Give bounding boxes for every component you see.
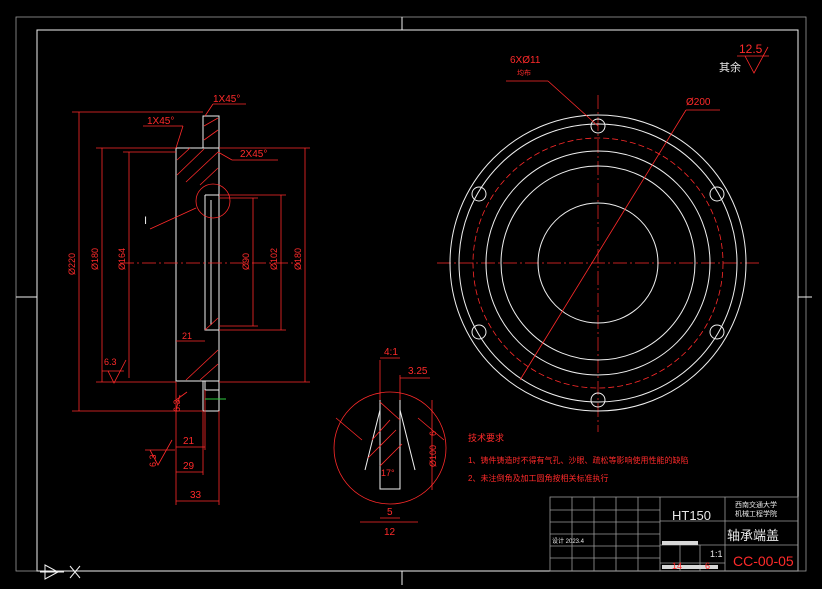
material: HT150 — [672, 508, 711, 523]
detail-dim-5: 5 — [387, 507, 393, 518]
scale: 1:1 — [710, 549, 723, 559]
tech-item-1: 1、铸件铸造时不得有气孔、沙眼、疏松等影响使用性能的缺陷 — [468, 455, 688, 465]
dim-dia-180-right: Ø180 — [293, 248, 303, 270]
bolt-circle-dim: Ø200 — [686, 97, 711, 108]
part-name: 轴承端盖 — [727, 528, 779, 543]
dim-dia-90: Ø90 — [241, 253, 251, 270]
engineering-drawing: 12.5 其余 I Ø220 Ø180 Ø164 Ø90 Ø102 Ø180 1… — [15, 16, 812, 585]
dim-dia-180: Ø180 — [90, 248, 100, 270]
roughness-left-3: 6.3 — [148, 454, 158, 467]
chamfer-left: 1X45° — [147, 116, 174, 127]
roughness-left-1: 6.3 — [104, 357, 117, 367]
dim-21-upper: 21 — [182, 331, 192, 341]
roughness-general: 12.5 其余 — [719, 42, 769, 74]
inner-frame — [36, 29, 799, 572]
detail-view: 4:1 3.25 6 Ø100 17° 5 12 — [333, 347, 447, 538]
dim-33: 33 — [190, 490, 202, 501]
detail-scale: 4:1 — [384, 347, 398, 358]
section-label: I — [144, 215, 147, 227]
sheet-b: 6 — [705, 561, 710, 571]
detail-dim-6: 6 — [428, 431, 438, 436]
front-view: 6XØ11 均布 Ø200 — [437, 55, 760, 432]
drawing-no: CC-00-05 — [733, 553, 794, 569]
roughness-value: 12.5 — [739, 42, 763, 56]
sheet-a: 14 — [672, 561, 682, 571]
detail-angle: 17° — [381, 468, 395, 478]
section-view: I Ø220 Ø180 Ø164 Ø90 Ø102 Ø180 1X45° 1X4… — [67, 94, 310, 505]
dim-dia-102: Ø102 — [269, 248, 279, 270]
detail-dim-12: 12 — [384, 527, 396, 538]
dim-21: 21 — [183, 436, 195, 447]
designer-label: 设计 2023.4 — [552, 537, 585, 545]
tech-requirements: 技术要求 1、铸件铸造时不得有气孔、沙眼、疏松等影响使用性能的缺陷 2、未注倒角… — [468, 432, 688, 483]
tech-title: 技术要求 — [468, 432, 504, 443]
roughness-label: 其余 — [719, 60, 741, 74]
tech-item-2: 2、未注倒角及加工圆角按相关标准执行 — [468, 473, 608, 483]
chamfer-top: 1X45° — [213, 94, 240, 105]
dim-dia-164: Ø164 — [117, 248, 127, 270]
hole-callout: 6XØ11 — [510, 55, 541, 66]
detail-dim-325: 3.25 — [408, 366, 428, 377]
hole-callout-sub: 均布 — [517, 68, 531, 77]
school-line-2: 机械工程学院 — [735, 509, 777, 518]
roughness-left-2: 6.3 — [172, 399, 182, 412]
detail-dim-100: Ø100 — [428, 445, 438, 467]
chamfer-right: 2X45° — [240, 149, 267, 160]
school-line-1: 西南交通大学 — [735, 500, 777, 509]
corner-marker — [40, 564, 81, 580]
title-block: HT150 西南交通大学 机械工程学院 轴承端盖 1:1 14 6 CC-00-… — [549, 496, 799, 572]
dim-dia-220: Ø220 — [67, 253, 77, 275]
dim-29: 29 — [183, 461, 195, 472]
